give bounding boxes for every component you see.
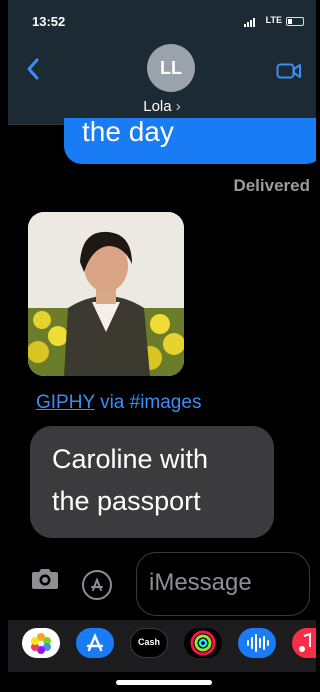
battery-icon	[286, 17, 304, 26]
status-bar: 13:52 LTE	[8, 0, 316, 36]
giphy-link[interactable]: GIPHY	[36, 392, 95, 413]
music-icon[interactable]	[292, 628, 316, 658]
delivered-status: Delivered	[233, 176, 310, 195]
avatar[interactable]: LL	[147, 44, 195, 92]
contact-name-button[interactable]: Lola ›	[8, 98, 316, 115]
photos-icon[interactable]	[22, 628, 60, 658]
conversation-header: LL Lola ›	[8, 36, 316, 125]
app-store-icon	[91, 577, 103, 591]
app-store-button[interactable]	[82, 570, 112, 600]
gif-attribution: GIPHY via #images	[36, 392, 201, 414]
apple-cash-label: Cash	[137, 637, 160, 647]
received-message-line: Caroline with	[52, 444, 209, 474]
screen: 13:52 LTE LL Lola › the day Delivered GI…	[0, 0, 320, 692]
chevron-right-icon: ›	[171, 98, 181, 115]
gif-via-text: via #images	[100, 392, 202, 413]
apple-cash-icon[interactable]: Cash	[130, 628, 168, 658]
signal-icon	[244, 17, 258, 27]
message-input-placeholder: iMessage	[149, 569, 252, 596]
app-tray: Cash	[8, 620, 316, 672]
messages-app: 13:52 LTE LL Lola › the day Delivered GI…	[8, 0, 316, 692]
chevron-left-icon[interactable]	[26, 58, 40, 80]
status-time: 13:52	[32, 14, 66, 29]
audio-message-icon[interactable]	[238, 628, 276, 658]
received-message-line: the passport	[52, 486, 201, 516]
app-store-icon[interactable]	[76, 628, 114, 658]
received-message-bubble[interactable]: Caroline with the passport	[30, 426, 274, 538]
home-indicator[interactable]	[116, 680, 212, 685]
gif-image[interactable]	[28, 212, 184, 376]
video-camera-icon[interactable]	[276, 62, 302, 80]
fitness-icon[interactable]	[184, 628, 222, 658]
contact-name: Lola	[143, 98, 172, 115]
message-input[interactable]: iMessage	[136, 552, 310, 616]
sent-message-bubble[interactable]: the day	[64, 118, 316, 164]
network-label: LTE	[265, 15, 282, 25]
sent-message-text: the day	[82, 116, 174, 147]
camera-icon[interactable]	[30, 568, 60, 590]
